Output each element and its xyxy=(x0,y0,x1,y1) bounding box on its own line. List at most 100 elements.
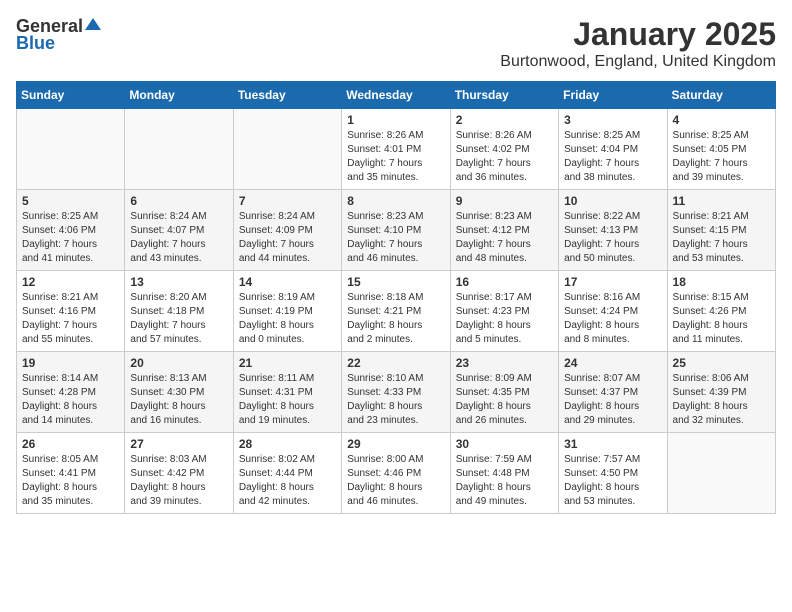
day-number: 19 xyxy=(22,356,119,370)
day-number: 7 xyxy=(239,194,336,208)
day-info: Sunrise: 8:03 AM Sunset: 4:42 PM Dayligh… xyxy=(130,453,227,509)
day-number: 18 xyxy=(673,275,770,289)
day-info: Sunrise: 8:18 AM Sunset: 4:21 PM Dayligh… xyxy=(347,291,444,347)
day-number: 23 xyxy=(456,356,553,370)
day-info: Sunrise: 8:21 AM Sunset: 4:16 PM Dayligh… xyxy=(22,291,119,347)
day-info: Sunrise: 7:57 AM Sunset: 4:50 PM Dayligh… xyxy=(564,453,661,509)
day-number: 26 xyxy=(22,437,119,451)
day-info: Sunrise: 8:21 AM Sunset: 4:15 PM Dayligh… xyxy=(673,210,770,266)
calendar-cell: 22 Sunrise: 8:10 AM Sunset: 4:33 PM Dayli… xyxy=(342,352,450,433)
calendar-cell: 3 Sunrise: 8:25 AM Sunset: 4:04 PM Daylig… xyxy=(559,109,667,190)
day-info: Sunrise: 8:22 AM Sunset: 4:13 PM Dayligh… xyxy=(564,210,661,266)
day-number: 5 xyxy=(22,194,119,208)
calendar-week-4: 19Sunrise: 8:14 AM Sunset: 4:28 PM Dayli… xyxy=(17,352,776,433)
calendar-cell: 27 Sunrise: 8:03 AM Sunset: 4:42 PM Dayli… xyxy=(125,433,233,514)
calendar-cell: 8 Sunrise: 8:23 AM Sunset: 4:10 PM Daylig… xyxy=(342,190,450,271)
day-info: Sunrise: 7:59 AM Sunset: 4:48 PM Dayligh… xyxy=(456,453,553,509)
day-number: 20 xyxy=(130,356,227,370)
calendar-cell: 7 Sunrise: 8:24 AM Sunset: 4:09 PM Daylig… xyxy=(233,190,341,271)
logo: General Blue xyxy=(16,16,101,54)
calendar-cell: 10 Sunrise: 8:22 AM Sunset: 4:13 PM Dayli… xyxy=(559,190,667,271)
day-info: Sunrise: 8:11 AM Sunset: 4:31 PM Dayligh… xyxy=(239,372,336,428)
day-number: 11 xyxy=(673,194,770,208)
day-header-friday: Friday xyxy=(559,82,667,109)
calendar-cell: 19Sunrise: 8:14 AM Sunset: 4:28 PM Dayli… xyxy=(17,352,125,433)
calendar-cell: 2 Sunrise: 8:26 AM Sunset: 4:02 PM Daylig… xyxy=(450,109,558,190)
day-info: Sunrise: 8:25 AM Sunset: 4:04 PM Dayligh… xyxy=(564,129,661,185)
calendar-cell xyxy=(233,109,341,190)
calendar-cell: 11 Sunrise: 8:21 AM Sunset: 4:15 PM Dayli… xyxy=(667,190,775,271)
day-number: 8 xyxy=(347,194,444,208)
day-info: Sunrise: 8:07 AM Sunset: 4:37 PM Dayligh… xyxy=(564,372,661,428)
day-info: Sunrise: 8:26 AM Sunset: 4:02 PM Dayligh… xyxy=(456,129,553,185)
day-info: Sunrise: 8:25 AM Sunset: 4:05 PM Dayligh… xyxy=(673,129,770,185)
calendar-header-row: SundayMondayTuesdayWednesdayThursdayFrid… xyxy=(17,82,776,109)
day-number: 16 xyxy=(456,275,553,289)
calendar-cell: 14 Sunrise: 8:19 AM Sunset: 4:19 PM Dayli… xyxy=(233,271,341,352)
day-info: Sunrise: 8:25 AM Sunset: 4:06 PM Dayligh… xyxy=(22,210,119,266)
day-info: Sunrise: 8:24 AM Sunset: 4:07 PM Dayligh… xyxy=(130,210,227,266)
day-number: 14 xyxy=(239,275,336,289)
day-number: 24 xyxy=(564,356,661,370)
calendar-cell: 30 Sunrise: 7:59 AM Sunset: 4:48 PM Dayli… xyxy=(450,433,558,514)
page-header: General Blue January 2025 Burtonwood, En… xyxy=(16,16,776,71)
day-number: 6 xyxy=(130,194,227,208)
day-info: Sunrise: 8:05 AM Sunset: 4:41 PM Dayligh… xyxy=(22,453,119,509)
day-number: 9 xyxy=(456,194,553,208)
calendar-cell: 24 Sunrise: 8:07 AM Sunset: 4:37 PM Dayli… xyxy=(559,352,667,433)
day-info: Sunrise: 8:10 AM Sunset: 4:33 PM Dayligh… xyxy=(347,372,444,428)
calendar-cell: 13 Sunrise: 8:20 AM Sunset: 4:18 PM Dayli… xyxy=(125,271,233,352)
day-info: Sunrise: 8:26 AM Sunset: 4:01 PM Dayligh… xyxy=(347,129,444,185)
day-info: Sunrise: 8:13 AM Sunset: 4:30 PM Dayligh… xyxy=(130,372,227,428)
day-number: 3 xyxy=(564,113,661,127)
calendar-table: SundayMondayTuesdayWednesdayThursdayFrid… xyxy=(16,81,776,514)
day-info: Sunrise: 8:17 AM Sunset: 4:23 PM Dayligh… xyxy=(456,291,553,347)
day-header-wednesday: Wednesday xyxy=(342,82,450,109)
day-header-saturday: Saturday xyxy=(667,82,775,109)
calendar-cell: 6 Sunrise: 8:24 AM Sunset: 4:07 PM Daylig… xyxy=(125,190,233,271)
day-info: Sunrise: 8:09 AM Sunset: 4:35 PM Dayligh… xyxy=(456,372,553,428)
day-info: Sunrise: 8:20 AM Sunset: 4:18 PM Dayligh… xyxy=(130,291,227,347)
day-info: Sunrise: 8:24 AM Sunset: 4:09 PM Dayligh… xyxy=(239,210,336,266)
calendar-cell: 23 Sunrise: 8:09 AM Sunset: 4:35 PM Dayli… xyxy=(450,352,558,433)
day-info: Sunrise: 8:16 AM Sunset: 4:24 PM Dayligh… xyxy=(564,291,661,347)
day-info: Sunrise: 8:06 AM Sunset: 4:39 PM Dayligh… xyxy=(673,372,770,428)
day-number: 28 xyxy=(239,437,336,451)
day-info: Sunrise: 8:00 AM Sunset: 4:46 PM Dayligh… xyxy=(347,453,444,509)
location-text: Burtonwood, England, United Kingdom xyxy=(500,53,776,71)
calendar-cell: 20 Sunrise: 8:13 AM Sunset: 4:30 PM Dayli… xyxy=(125,352,233,433)
day-number: 22 xyxy=(347,356,444,370)
calendar-cell xyxy=(17,109,125,190)
calendar-cell: 25Sunrise: 8:06 AM Sunset: 4:39 PM Dayli… xyxy=(667,352,775,433)
calendar-cell: 31Sunrise: 7:57 AM Sunset: 4:50 PM Dayli… xyxy=(559,433,667,514)
day-number: 10 xyxy=(564,194,661,208)
day-header-sunday: Sunday xyxy=(17,82,125,109)
day-number: 4 xyxy=(673,113,770,127)
day-info: Sunrise: 8:23 AM Sunset: 4:10 PM Dayligh… xyxy=(347,210,444,266)
day-number: 30 xyxy=(456,437,553,451)
day-header-tuesday: Tuesday xyxy=(233,82,341,109)
day-number: 15 xyxy=(347,275,444,289)
day-info: Sunrise: 8:19 AM Sunset: 4:19 PM Dayligh… xyxy=(239,291,336,347)
day-info: Sunrise: 8:15 AM Sunset: 4:26 PM Dayligh… xyxy=(673,291,770,347)
day-number: 13 xyxy=(130,275,227,289)
day-info: Sunrise: 8:02 AM Sunset: 4:44 PM Dayligh… xyxy=(239,453,336,509)
calendar-cell: 29 Sunrise: 8:00 AM Sunset: 4:46 PM Dayli… xyxy=(342,433,450,514)
day-number: 17 xyxy=(564,275,661,289)
calendar-cell: 21 Sunrise: 8:11 AM Sunset: 4:31 PM Dayli… xyxy=(233,352,341,433)
calendar-cell: 26 Sunrise: 8:05 AM Sunset: 4:41 PM Dayli… xyxy=(17,433,125,514)
day-number: 21 xyxy=(239,356,336,370)
day-number: 27 xyxy=(130,437,227,451)
day-number: 29 xyxy=(347,437,444,451)
calendar-cell: 9Sunrise: 8:23 AM Sunset: 4:12 PM Daylig… xyxy=(450,190,558,271)
calendar-cell: 28 Sunrise: 8:02 AM Sunset: 4:44 PM Dayli… xyxy=(233,433,341,514)
day-number: 2 xyxy=(456,113,553,127)
calendar-cell: 15 Sunrise: 8:18 AM Sunset: 4:21 PM Dayli… xyxy=(342,271,450,352)
day-header-thursday: Thursday xyxy=(450,82,558,109)
month-title: January 2025 xyxy=(500,16,776,53)
logo-triangle-icon xyxy=(85,16,101,37)
calendar-cell: 4 Sunrise: 8:25 AM Sunset: 4:05 PM Daylig… xyxy=(667,109,775,190)
calendar-cell: 16 Sunrise: 8:17 AM Sunset: 4:23 PM Dayli… xyxy=(450,271,558,352)
calendar-cell xyxy=(667,433,775,514)
calendar-cell: 17 Sunrise: 8:16 AM Sunset: 4:24 PM Dayli… xyxy=(559,271,667,352)
